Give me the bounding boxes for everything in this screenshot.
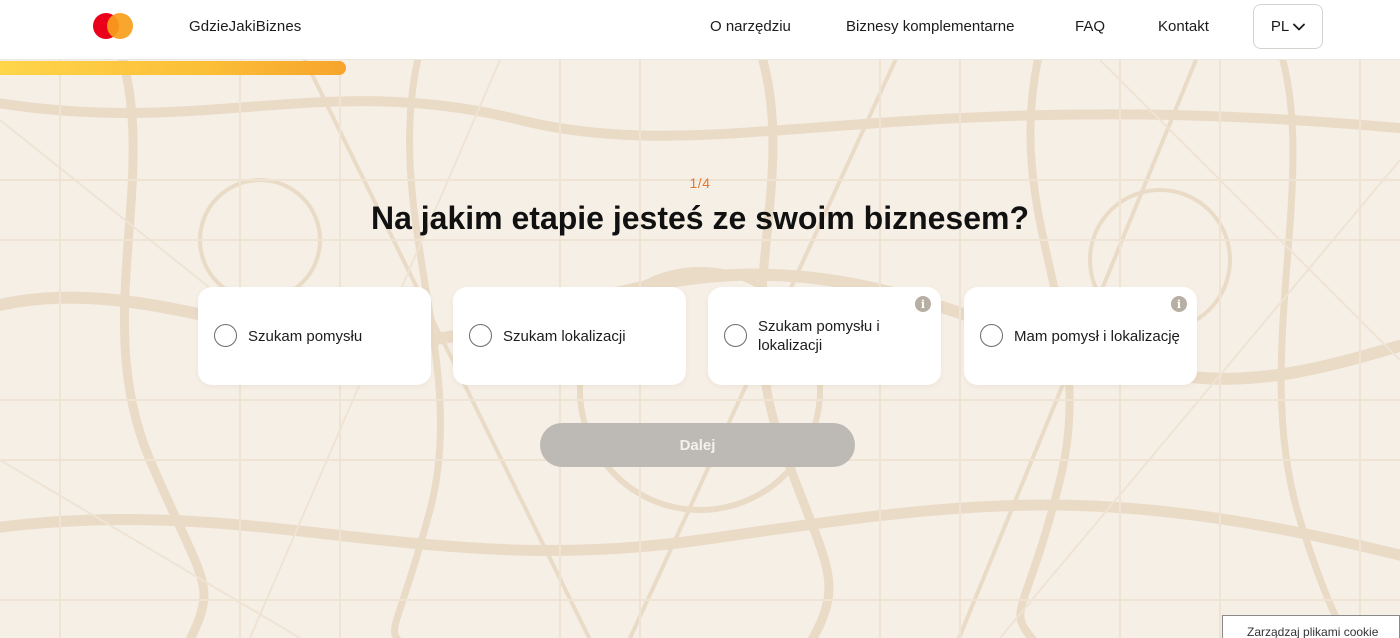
nav-link-contact[interactable]: Kontakt [1158, 18, 1209, 35]
option-label: Szukam pomysłu i lokalizacji [758, 318, 880, 354]
language-select[interactable]: PL [1253, 4, 1323, 49]
nav-link-complementary[interactable]: Biznesy komplementarne [846, 18, 1014, 35]
radio-button[interactable] [214, 324, 237, 347]
option-card-idea-and-location[interactable]: Szukam pomysłu i lokalizacji i [708, 287, 941, 385]
option-card-location[interactable]: Szukam lokalizacji [453, 287, 686, 385]
option-label: Szukam pomysłu [248, 327, 363, 345]
brand-name[interactable]: GdzieJakiBiznes [189, 18, 301, 35]
next-button[interactable]: Dalej [540, 423, 855, 467]
cookie-settings-button[interactable]: Zarządzaj plikami cookie [1222, 615, 1400, 638]
nav-link-faq[interactable]: FAQ [1075, 18, 1105, 35]
quiz-main: 1/4 Na jakim etapie jesteś ze swoim bizn… [0, 0, 1400, 638]
step-counter: 1/4 [689, 175, 711, 191]
option-card-have-idea-and-location[interactable]: Mam pomysł i lokalizację i [964, 287, 1197, 385]
radio-button[interactable] [469, 324, 492, 347]
option-label: Mam pomysł i lokalizację [1014, 327, 1180, 345]
option-card-idea[interactable]: Szukam pomysłu [198, 287, 431, 385]
nav-link-about[interactable]: O narzędziu [710, 18, 791, 35]
info-icon[interactable]: i [915, 296, 931, 312]
logo-orange-circle [107, 13, 133, 39]
info-icon[interactable]: i [1171, 296, 1187, 312]
question-title: Na jakim etapie jesteś ze swoim biznesem… [370, 200, 1030, 236]
option-label: Szukam lokalizacji [503, 327, 626, 345]
quiz-progress-bar [0, 61, 346, 75]
radio-button[interactable] [980, 324, 1003, 347]
radio-button[interactable] [724, 324, 747, 347]
site-header: GdzieJakiBiznes O narzędziu Biznesy komp… [0, 0, 1400, 60]
mastercard-logo-icon[interactable] [93, 13, 135, 39]
chevron-down-icon [1293, 23, 1306, 30]
language-value: PL [1270, 18, 1290, 35]
